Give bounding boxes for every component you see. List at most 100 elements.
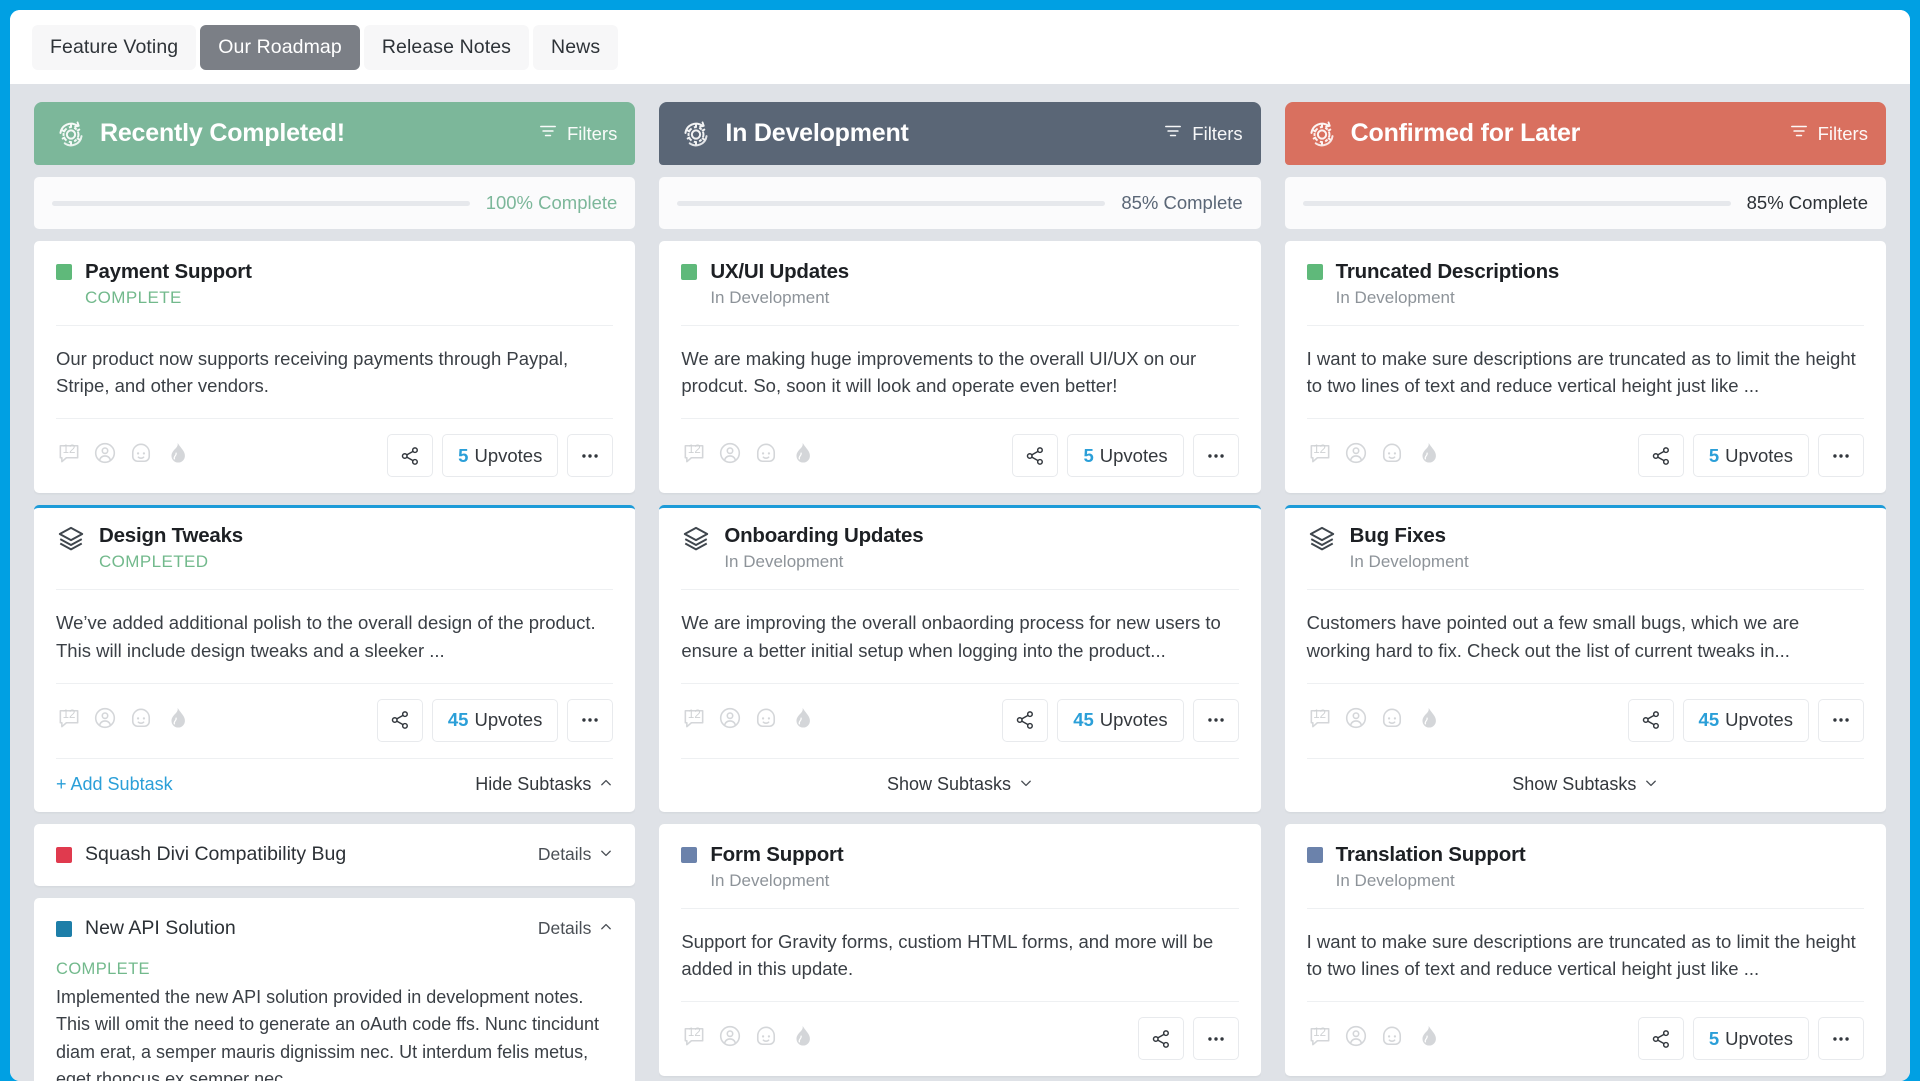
reaction-group[interactable]: 12: [56, 705, 190, 736]
column-title: Confirmed for Later: [1350, 119, 1581, 147]
card-status: In Development: [710, 870, 830, 890]
card-header: Truncated Descriptions In Development: [1306, 259, 1864, 325]
tab-release-notes[interactable]: Release Notes: [363, 24, 530, 70]
reaction-group[interactable]: 12: [1307, 440, 1441, 471]
upvotes-label: Upvotes: [1099, 709, 1168, 731]
flame-icon[interactable]: [789, 705, 815, 736]
tab-news[interactable]: News: [533, 24, 619, 70]
upvotes-button[interactable]: 45 Upvotes: [1682, 698, 1809, 742]
reaction-group[interactable]: 12: [681, 1023, 815, 1054]
roadmap-card[interactable]: Bug Fixes In Development Customers have po…: [1284, 505, 1886, 812]
smiley-icon[interactable]: [1379, 1023, 1405, 1054]
share-button[interactable]: [1137, 1017, 1184, 1061]
smiley-icon[interactable]: [753, 440, 779, 471]
flame-icon[interactable]: [789, 440, 815, 471]
card-title: UX/UI Updates: [710, 260, 849, 283]
share-button[interactable]: [1637, 434, 1684, 478]
upvotes-button[interactable]: 5 Upvotes: [442, 434, 559, 478]
flame-icon[interactable]: [1415, 1023, 1441, 1054]
filters-button[interactable]: Filters: [1163, 121, 1243, 146]
smiley-icon[interactable]: [1379, 440, 1405, 471]
smiley-icon[interactable]: [128, 705, 154, 736]
more-options-button[interactable]: [1192, 434, 1239, 478]
more-options-button[interactable]: [1817, 1017, 1864, 1061]
share-button[interactable]: [1012, 434, 1059, 478]
more-options-button[interactable]: [567, 434, 614, 478]
share-button[interactable]: [1637, 1017, 1684, 1061]
roadmap-card[interactable]: Design Tweaks COMPLETED We’ve added additi…: [34, 505, 636, 812]
more-options-button[interactable]: [1192, 698, 1239, 742]
roadmap-card[interactable]: Translation Support In Development I want …: [1284, 823, 1886, 1077]
person-icon[interactable]: [1343, 1023, 1369, 1054]
upvotes-button[interactable]: 45 Upvotes: [1057, 698, 1184, 742]
more-options-button[interactable]: [1192, 1017, 1239, 1061]
smiley-icon[interactable]: [753, 705, 779, 736]
subtask-details-button[interactable]: Details: [538, 918, 614, 939]
comment-count-icon[interactable]: 12: [681, 1023, 707, 1054]
roadmap-card[interactable]: UX/UI Updates In Development We are making…: [659, 241, 1261, 494]
comment-count-icon[interactable]: 12: [681, 440, 707, 471]
reaction-group[interactable]: 12: [681, 705, 815, 736]
reaction-group[interactable]: 12: [681, 440, 815, 471]
upvotes-button[interactable]: 5 Upvotes: [1067, 434, 1184, 478]
comment-count-icon[interactable]: 12: [1307, 1023, 1333, 1054]
flame-icon[interactable]: [164, 440, 190, 471]
flame-icon[interactable]: [1415, 440, 1441, 471]
subtask-row[interactable]: Squash Divi Compatibility Bug Details: [34, 823, 636, 886]
subtask-details-button[interactable]: Details: [538, 844, 614, 865]
share-button[interactable]: [387, 434, 434, 478]
toggle-subtasks-button[interactable]: Hide Subtasks: [475, 774, 613, 795]
person-icon[interactable]: [92, 440, 118, 471]
smiley-icon[interactable]: [1379, 705, 1405, 736]
roadmap-card[interactable]: Onboarding Updates In Development We are i…: [659, 505, 1261, 812]
comment-count-icon[interactable]: 12: [56, 440, 82, 471]
filters-button[interactable]: Filters: [538, 121, 617, 146]
tab-feature-voting[interactable]: Feature Voting: [32, 24, 197, 70]
details-label: Details: [537, 918, 592, 939]
tab-our-roadmap[interactable]: Our Roadmap: [200, 24, 360, 70]
add-subtask-button[interactable]: + Add Subtask: [56, 774, 173, 795]
smiley-icon[interactable]: [753, 1023, 779, 1054]
toggle-subtasks-label: Show Subtasks: [1512, 773, 1637, 794]
comment-count-icon[interactable]: 12: [56, 705, 82, 736]
person-icon[interactable]: [717, 705, 743, 736]
upvotes-button[interactable]: 5 Upvotes: [1692, 434, 1809, 478]
status-color-square: [1306, 264, 1323, 280]
share-button[interactable]: [1002, 698, 1049, 742]
card-footer: 12: [681, 1001, 1239, 1076]
comment-count-icon[interactable]: 12: [681, 705, 707, 736]
flame-icon[interactable]: [1415, 705, 1441, 736]
roadmap-card[interactable]: Payment Support COMPLETE Our product now s…: [34, 241, 636, 494]
roadmap-card[interactable]: Truncated Descriptions In Development I wa…: [1284, 241, 1886, 494]
reaction-group[interactable]: 12: [1307, 1023, 1441, 1054]
toggle-subtasks-button[interactable]: Show Subtasks: [1512, 774, 1658, 795]
flame-icon[interactable]: [164, 705, 190, 736]
upvotes-button[interactable]: 45 Upvotes: [431, 698, 559, 742]
person-icon[interactable]: [717, 1023, 743, 1054]
progress-track: [1302, 200, 1731, 206]
share-button[interactable]: [376, 698, 423, 742]
toggle-subtasks-button[interactable]: Show Subtasks: [887, 774, 1033, 795]
progress-label: 85% Complete: [1746, 192, 1868, 213]
roadmap-card[interactable]: Form Support In Development Support for Gr…: [659, 823, 1261, 1077]
flame-icon[interactable]: [789, 1023, 815, 1054]
subtask-row[interactable]: New API Solution Details COMPLETE Implement…: [34, 897, 636, 1081]
person-icon[interactable]: [92, 705, 118, 736]
upvotes-button[interactable]: 5 Upvotes: [1692, 1017, 1809, 1061]
more-options-button[interactable]: [1817, 434, 1864, 478]
comment-count-icon[interactable]: 12: [1307, 705, 1333, 736]
share-button[interactable]: [1627, 698, 1674, 742]
comment-count-icon[interactable]: 12: [1307, 440, 1333, 471]
column-card-list: Truncated Descriptions In Development I wa…: [1284, 241, 1886, 1081]
more-options-button[interactable]: [567, 698, 614, 742]
reaction-group[interactable]: 12: [1307, 705, 1441, 736]
smiley-icon[interactable]: [128, 440, 154, 471]
board-column: Confirmed for Later Filters 85% Complete Tr…: [1284, 102, 1886, 1081]
person-icon[interactable]: [717, 440, 743, 471]
reaction-group[interactable]: 12: [56, 440, 190, 471]
more-options-button[interactable]: [1817, 698, 1864, 742]
filters-button[interactable]: Filters: [1789, 121, 1868, 146]
person-icon[interactable]: [1343, 440, 1369, 471]
person-icon[interactable]: [1343, 705, 1369, 736]
upvote-count: 5: [1708, 444, 1720, 466]
